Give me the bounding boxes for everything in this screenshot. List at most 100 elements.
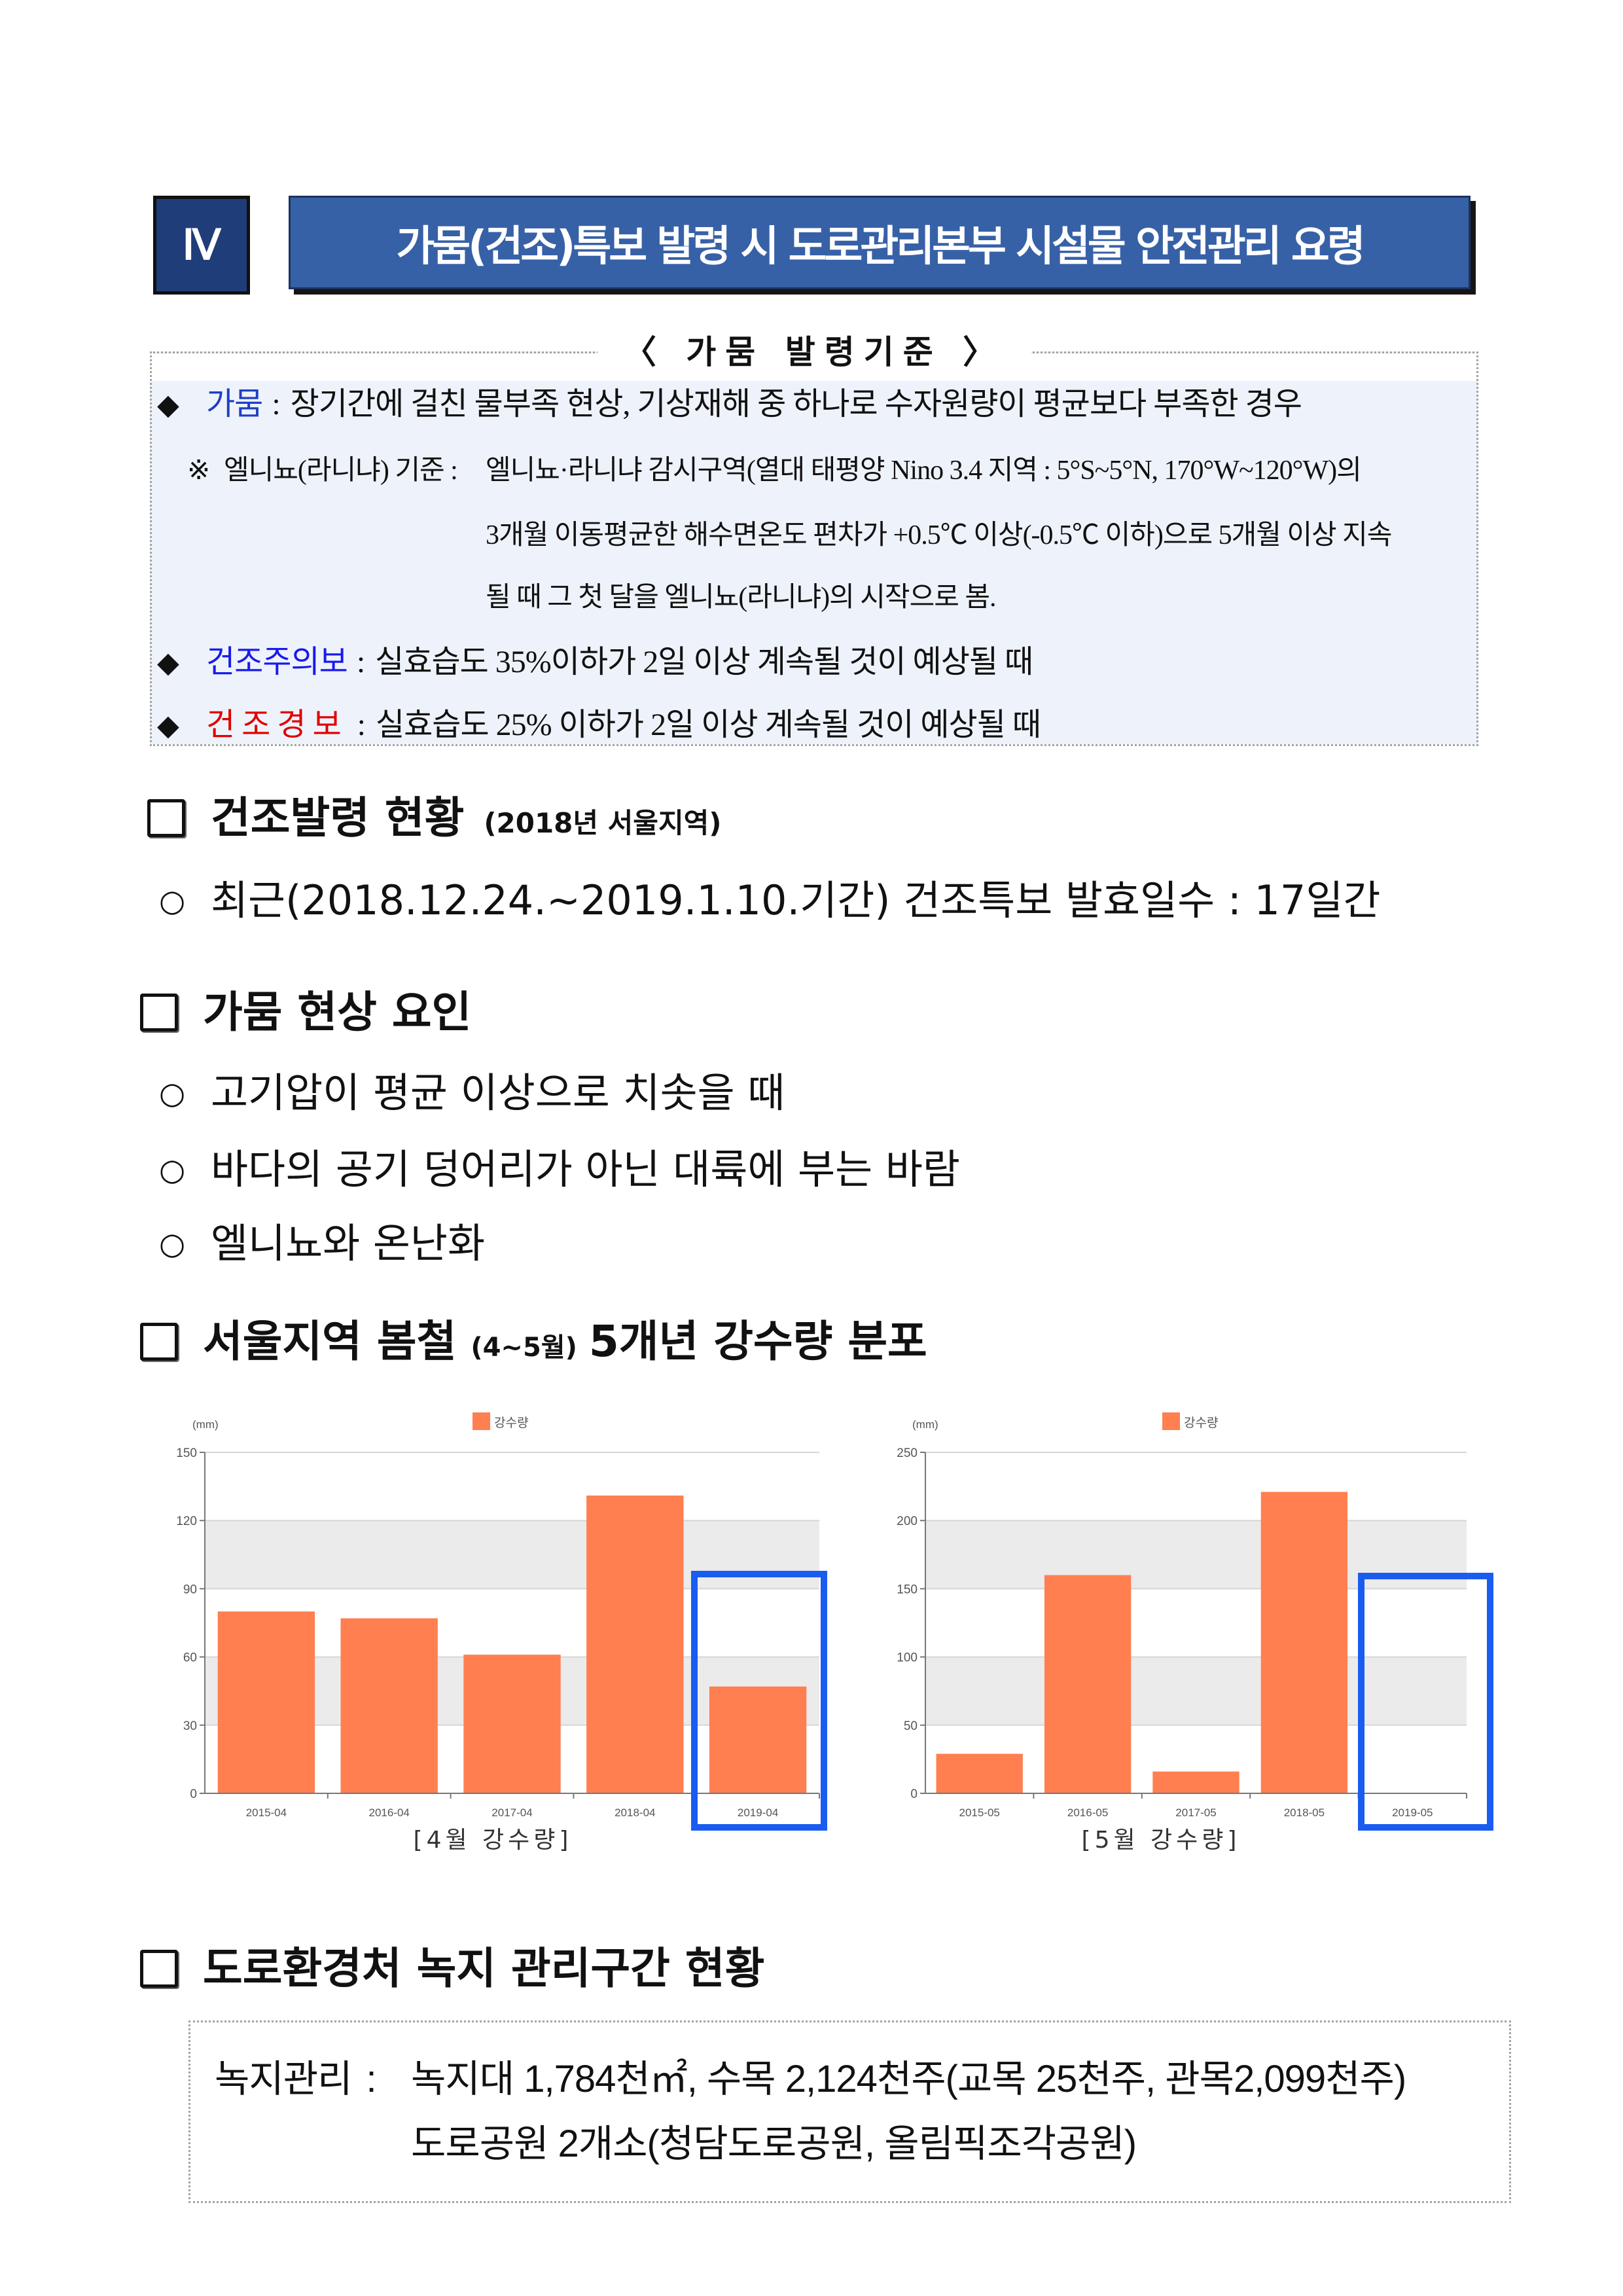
section-heading-precipitation: 서울지역 봄철 (4~5월) 5개년 강수량 분포 — [203, 1312, 927, 1377]
legend-label: 강수량 — [494, 1416, 528, 1430]
chart-caption: [5월 강수량] — [1082, 1827, 1241, 1854]
section-heading-dry-status: 건조발령 현황 (2018년 서울지역) — [211, 789, 721, 853]
bar-2018-04 — [586, 1495, 684, 1793]
page-title-bar: 가뭄(건조)특보 발령 시 도로관리본부 시설물 안전관리 요령 — [289, 196, 1471, 289]
y-tick-label: 100 — [897, 1651, 918, 1665]
x-tick-label: 2018-04 — [615, 1806, 655, 1819]
note-mark: ※ — [187, 456, 210, 486]
x-tick-label: 2016-05 — [1067, 1806, 1108, 1819]
bar-2017-04 — [463, 1655, 561, 1793]
x-tick-label: 2017-04 — [491, 1806, 532, 1819]
list-item: ○ 바다의 공기 덩어리가 아닌 대륙에 부는 바람 — [159, 1143, 960, 1196]
bar-2018-05 — [1260, 1492, 1348, 1793]
x-tick-label: 2015-05 — [959, 1806, 1000, 1819]
legend-swatch — [1162, 1412, 1180, 1430]
green-area-text: 녹지대 1,784천㎡, 수목 2,124천주(교목 25천주, 관목2,099… — [411, 2058, 1406, 2100]
section-heading-text: 건조발령 현황 — [211, 793, 465, 843]
section-heading-text: 서울지역 봄철 — [203, 1316, 457, 1367]
bar-2015-05 — [936, 1753, 1023, 1793]
diamond-bullet-icon: ◆ — [157, 709, 179, 742]
el-nino-note-text: 엘니뇨·라니냐 감시구역(열대 태평양 Nino 3.4 지역 : 5°S~5°… — [486, 456, 1362, 486]
list-item-text: 고기압이 평균 이상으로 치솟을 때 — [211, 1069, 785, 1117]
section-heading-text: 5개년 강수량 분포 — [588, 1316, 927, 1367]
criteria-desc-dry-advisory: 실효습도 35%이하가 2일 이상 계속될 것이 예상될 때 — [375, 645, 1033, 679]
section-heading-months: (4~5월) — [471, 1333, 577, 1363]
y-tick-label: 0 — [190, 1787, 197, 1801]
criteria-desc-dry-warning: 실효습도 25% 이하가 2일 이상 계속될 것이 예상될 때 — [375, 708, 1041, 742]
list-item: ○ 최근(2018.12.24.~2019.1.10.기간) 건조특보 발효일수 … — [159, 874, 1380, 927]
criteria-term-dry-advisory: 건조주의보 — [206, 645, 348, 679]
el-nino-note-label: 엘니뇨(라니냐) 기준 : — [224, 456, 458, 486]
el-nino-note-line-1: ※ 엘니뇨(라니냐) 기준 : 엘니뇨·라니냐 감시구역(열대 태평양 Nino 3… — [187, 448, 1362, 493]
x-tick-label: 2019-04 — [738, 1806, 778, 1819]
criteria-desc-drought: 장기간에 걸친 물부족 현상, 기상재해 중 하나로 수자원량이 평균보다 부족… — [290, 387, 1302, 422]
list-item: ○ 엘니뇨와 온난화 — [159, 1217, 485, 1270]
circle-bullet-icon: ○ — [159, 883, 186, 918]
bar-2017-05 — [1152, 1771, 1240, 1793]
criteria-separator: : — [272, 387, 280, 422]
circle-bullet-icon: ○ — [159, 1226, 186, 1261]
x-tick-label: 2017-05 — [1175, 1806, 1216, 1819]
y-tick-label: 60 — [183, 1651, 197, 1665]
section-heading-text: 가뭄 현상 요인 — [203, 987, 472, 1037]
y-unit-label: (mm) — [912, 1418, 938, 1431]
el-nino-note-line-2: 3개월 이동평균한 해수면온도 편차가 +0.5℃ 이상(-0.5℃ 이하)으로… — [486, 512, 1392, 558]
criteria-separator: : — [357, 708, 366, 742]
diamond-bullet-icon: ◆ — [157, 389, 179, 421]
green-area-label-wrap: 녹지관리: — [215, 2053, 411, 2106]
y-tick-label: 250 — [897, 1446, 918, 1460]
list-item: ○ 고기압이 평균 이상으로 치솟을 때 — [159, 1067, 785, 1119]
green-area-line-2: 도로공원 2개소(청담도로공원, 올림픽조각공원) — [411, 2118, 1137, 2170]
page-title: 가뭄(건조)특보 발령 시 도로관리본부 시설물 안전관리 요령 — [396, 222, 1365, 271]
legend-label: 강수량 — [1184, 1416, 1218, 1430]
list-item-text: 최근(2018.12.24.~2019.1.10.기간) 건조특보 발효일수 :… — [211, 876, 1381, 924]
bar-2016-04 — [340, 1618, 438, 1793]
criteria-dry-warning-line: ◆ 건조경보: 실효습도 25% 이하가 2일 이상 계속될 것이 예상될 때 — [157, 702, 1041, 749]
document-page: Ⅳ 가뭄(건조)특보 발령 시 도로관리본부 시설물 안전관리 요령 〈 가뭄 … — [0, 0, 1623, 2296]
y-tick-label: 0 — [910, 1787, 918, 1801]
section-number: Ⅳ — [182, 221, 221, 268]
criteria-title: 〈 가뭄 발령기준 〉 — [597, 333, 1031, 371]
bar-2015-04 — [217, 1611, 315, 1793]
criteria-separator: : — [356, 645, 365, 679]
circle-bullet-icon: ○ — [159, 1075, 186, 1111]
list-item-text: 엘니뇨와 온난화 — [211, 1219, 485, 1267]
circle-bullet-icon: ○ — [159, 1152, 186, 1187]
section-checkbox-icon — [140, 1323, 178, 1361]
criteria-title-wrap: 〈 가뭄 발령기준 〉 — [150, 331, 1478, 382]
y-tick-label: 150 — [897, 1583, 918, 1596]
criteria-term-dry-warning: 건조경보 — [206, 708, 348, 742]
chart-caption: [4월 강수량] — [414, 1827, 573, 1854]
section-heading-sub: (2018년 서울지역) — [484, 807, 722, 839]
legend-swatch — [473, 1412, 490, 1430]
grid-band — [205, 1520, 819, 1589]
section-heading-drought-causes: 가뭄 현상 요인 — [203, 983, 471, 1042]
section-number-box: Ⅳ — [153, 196, 250, 295]
section-heading-text: 도로환경처 녹지 관리구간 현황 — [203, 1943, 765, 1994]
y-unit-label: (mm) — [192, 1418, 219, 1431]
y-tick-label: 120 — [176, 1515, 197, 1528]
may-precipitation-chart: 0 50 100 150 200 250 2015-05 2016-05 2017-05 2018… — [897, 1412, 1493, 1854]
green-area-separator: : — [366, 2058, 376, 2100]
x-tick-label: 2016-04 — [369, 1806, 410, 1819]
el-nino-note-text: 3개월 이동평균한 해수면온도 편차가 +0.5℃ 이상(-0.5℃ 이하)으로… — [486, 520, 1392, 550]
x-tick-label: 2018-05 — [1284, 1806, 1325, 1819]
x-tick-label: 2019-05 — [1392, 1806, 1433, 1819]
section-checkbox-icon — [147, 799, 185, 837]
section-checkbox-icon — [140, 1950, 178, 1988]
green-area-box — [188, 2020, 1511, 2203]
diamond-bullet-icon: ◆ — [157, 647, 179, 679]
bar-2019-04 — [709, 1686, 807, 1793]
green-area-line-1: 녹지관리: 녹지대 1,784천㎡, 수목 2,124천주(교목 25천주, 관목… — [215, 2053, 1406, 2106]
list-item-text: 바다의 공기 덩어리가 아닌 대륙에 부는 바람 — [211, 1145, 960, 1193]
green-area-label: 녹지관리 — [215, 2058, 352, 2100]
el-nino-note-line-3: 될 때 그 첫 달을 엘니뇨(라니냐)의 시작으로 봄. — [486, 575, 996, 620]
y-tick-label: 30 — [183, 1719, 197, 1733]
green-area-text: 도로공원 2개소(청담도로공원, 올림픽조각공원) — [411, 2123, 1137, 2165]
criteria-drought-line: ◆ 가뭄: 장기간에 걸친 물부족 현상, 기상재해 중 하나로 수자원량이 평균보… — [157, 382, 1302, 428]
y-tick-label: 200 — [897, 1515, 918, 1528]
y-tick-label: 150 — [176, 1446, 197, 1460]
el-nino-note-text: 될 때 그 첫 달을 엘니뇨(라니냐)의 시작으로 봄. — [486, 583, 996, 613]
criteria-dry-advisory-line: ◆ 건조주의보: 실효습도 35%이하가 2일 이상 계속될 것이 예상될 때 — [157, 639, 1033, 686]
section-checkbox-icon — [140, 994, 178, 1031]
